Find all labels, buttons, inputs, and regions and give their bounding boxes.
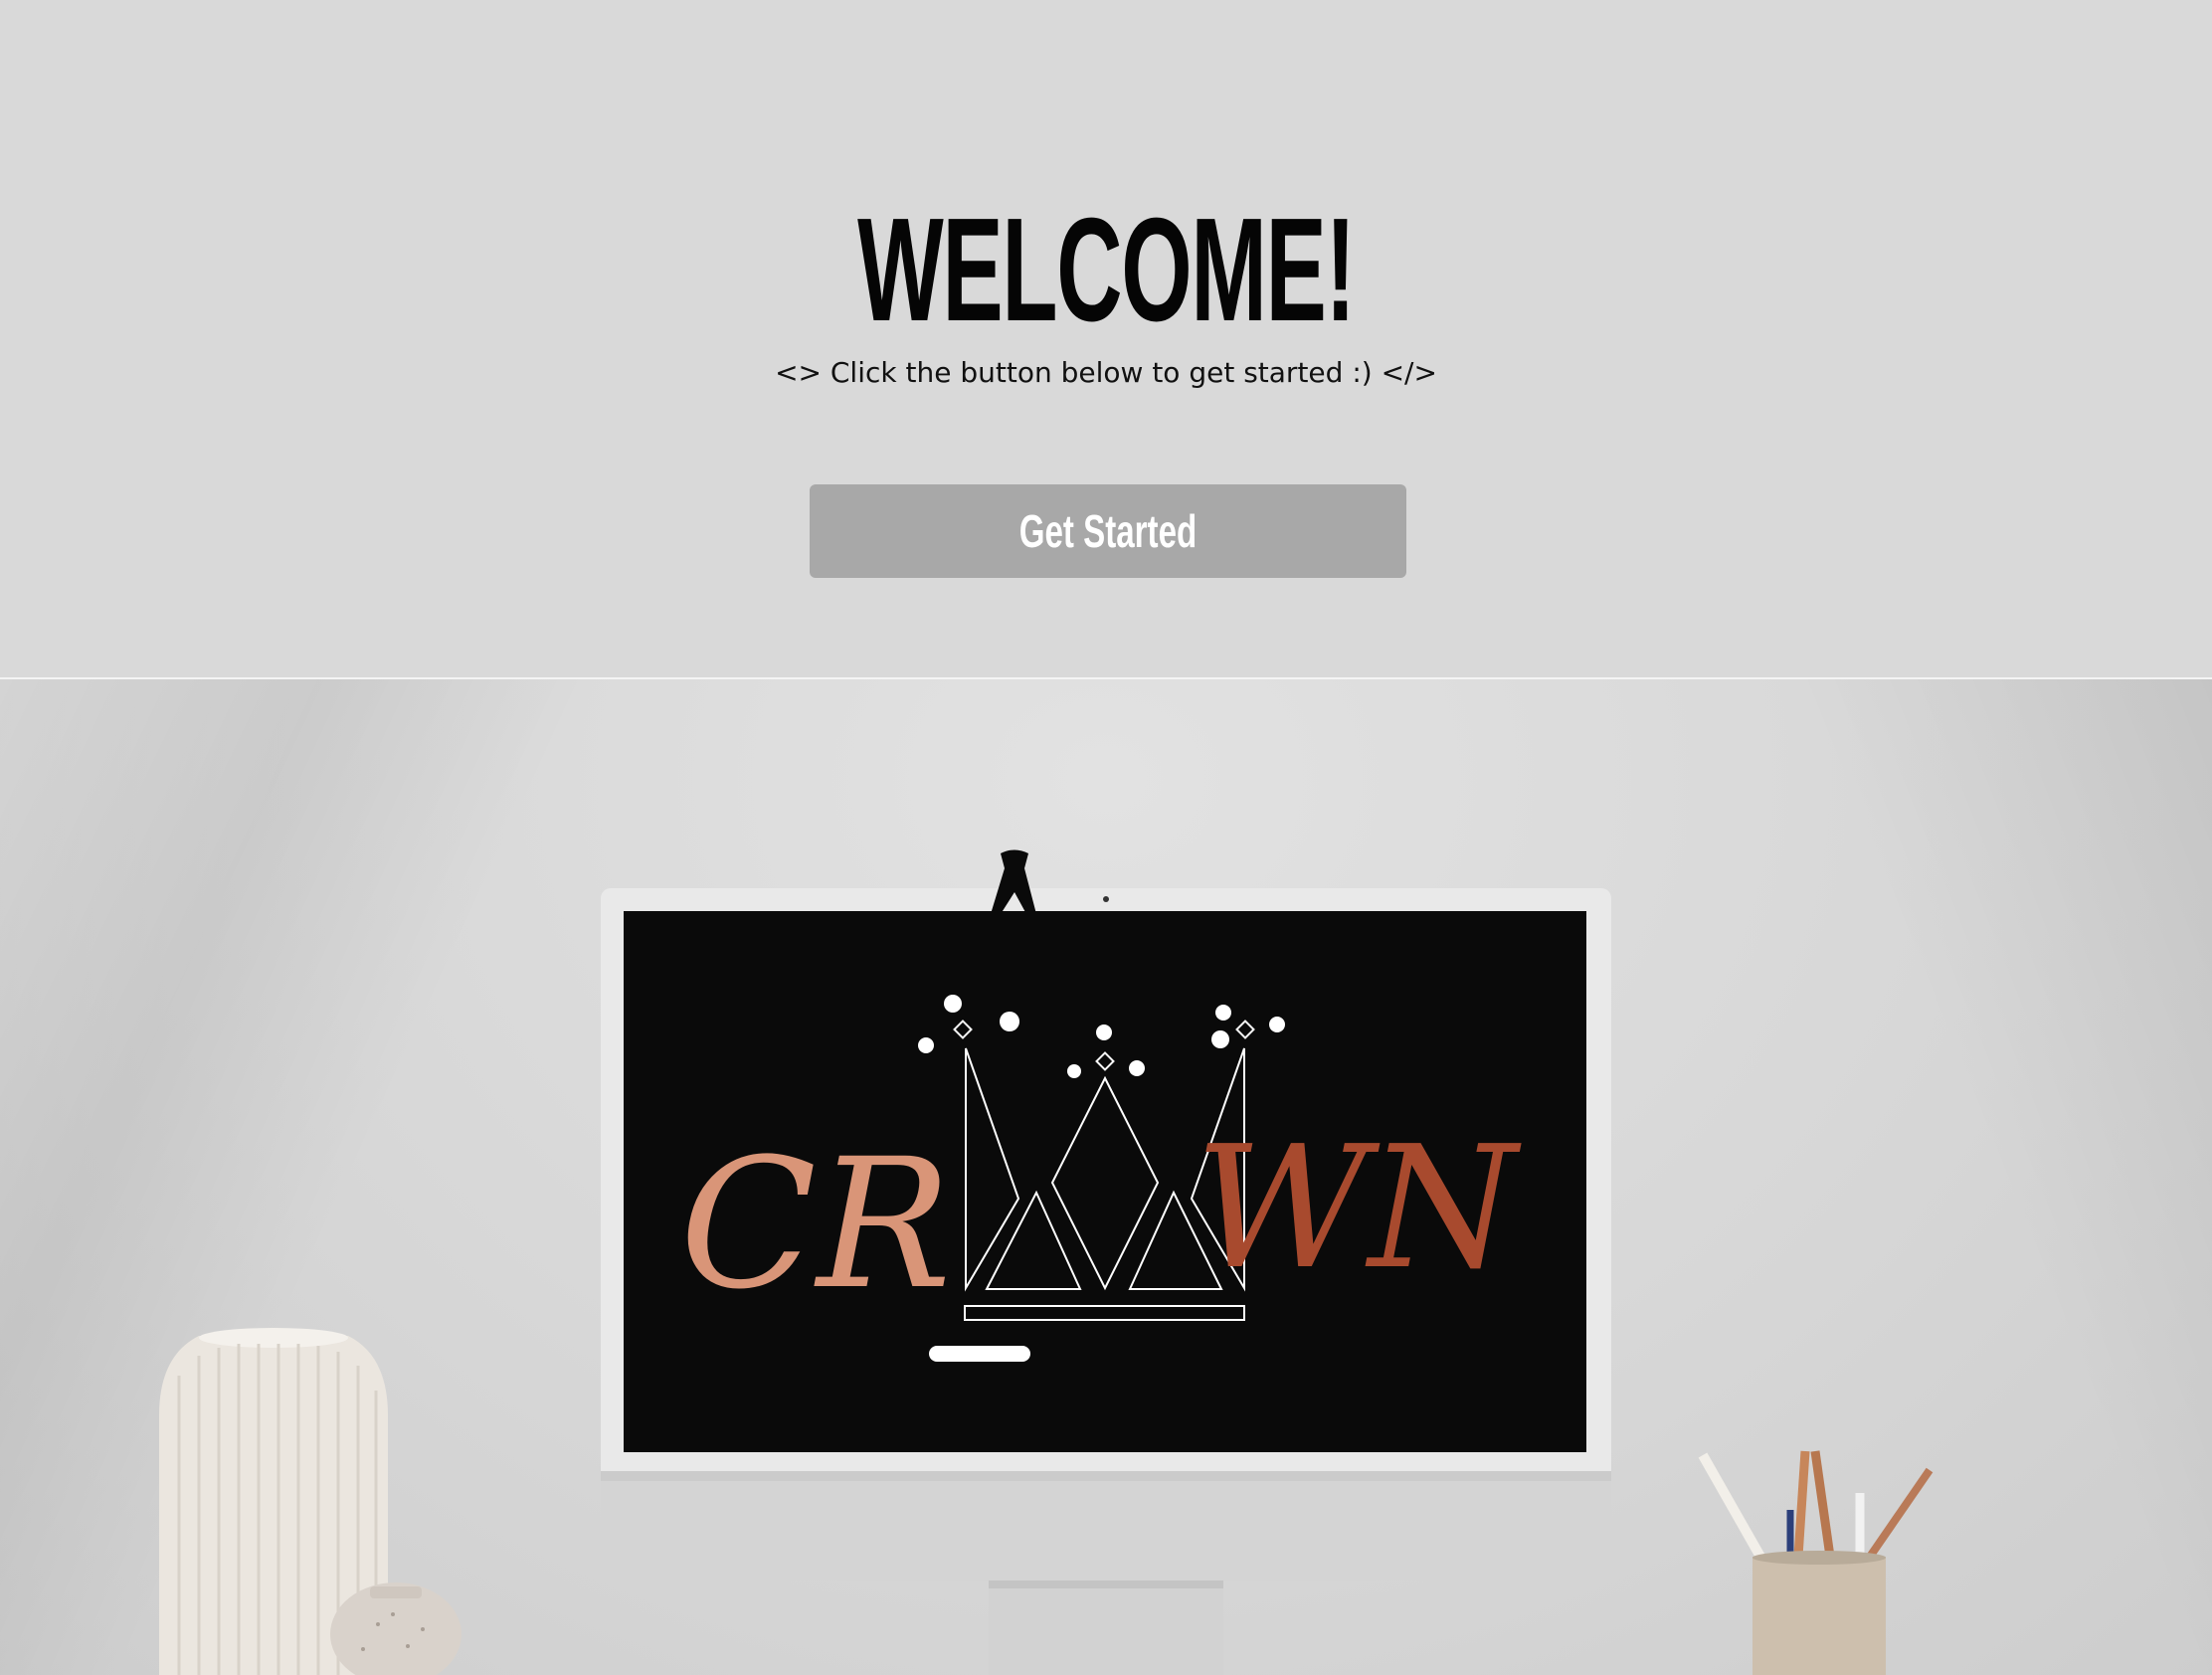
pencil-cup xyxy=(1698,1450,1934,1675)
welcome-title: WELCOME! xyxy=(857,188,1356,353)
screen-text-left: CR xyxy=(679,1121,951,1329)
desk-scene-image: CR WN xyxy=(0,679,2212,1675)
screen-text-right: WN xyxy=(1195,1110,1522,1307)
monitor-stand xyxy=(989,1575,1223,1675)
get-started-button[interactable]: Get Started xyxy=(810,484,1406,578)
hero-section: WELCOME! <> Click the button below to ge… xyxy=(0,0,2212,677)
welcome-subtitle: <> Click the button below to get started… xyxy=(775,356,1437,389)
desk-illustration: CR WN xyxy=(159,849,1934,1675)
get-started-label: Get Started xyxy=(1018,505,1198,557)
landing-page: WELCOME! <> Click the button below to ge… xyxy=(0,0,2212,1675)
